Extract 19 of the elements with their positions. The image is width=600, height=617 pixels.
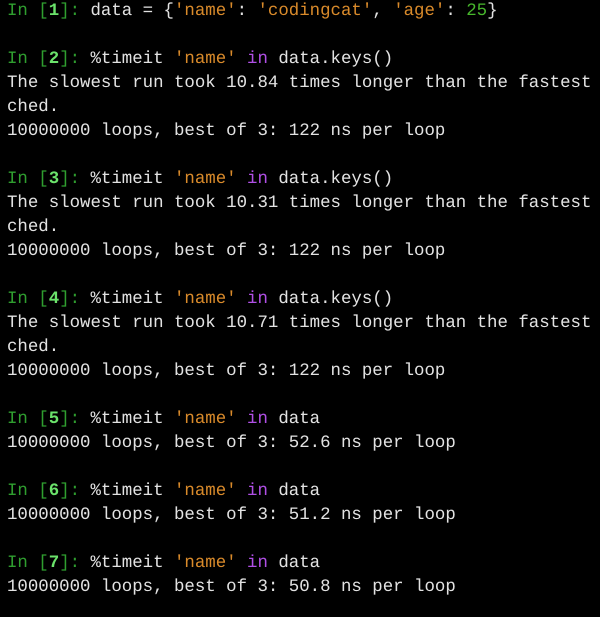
input-line: In [3]: %timeit 'name' in data.keys()	[7, 169, 394, 191]
output-line: ched.	[7, 97, 60, 119]
output-line: The slowest run took 10.31 times longer than the fastest	[7, 193, 592, 215]
input-line: In [5]: %timeit 'name' in data	[7, 409, 320, 431]
input-line: In [7]: %timeit 'name' in data	[7, 553, 320, 575]
output-line: 10000000 loops, best of 3: 122 ns per loop	[7, 241, 446, 263]
output-line: 10000000 loops, best of 3: 50.8 ns per loop	[7, 577, 456, 599]
input-line: In [1]: data = {'name': 'codingcat', 'age': 25}	[7, 1, 498, 23]
output-line: 10000000 loops, best of 3: 122 ns per loop	[7, 121, 446, 143]
input-line: In [2]: %timeit 'name' in data.keys()	[7, 49, 394, 71]
output-line: ched.	[7, 217, 60, 239]
output-line: 10000000 loops, best of 3: 122 ns per loop	[7, 361, 446, 383]
output-line: The slowest run took 10.71 times longer than the fastest	[7, 313, 592, 335]
output-line: The slowest run took 10.84 times longer than the fastest	[7, 73, 592, 95]
output-line: ched.	[7, 337, 60, 359]
input-line: In [4]: %timeit 'name' in data.keys()	[7, 289, 394, 311]
input-line: In [6]: %timeit 'name' in data	[7, 481, 320, 503]
output-line: 10000000 loops, best of 3: 51.2 ns per loop	[7, 505, 456, 527]
output-line: 10000000 loops, best of 3: 52.6 ns per loop	[7, 433, 456, 455]
